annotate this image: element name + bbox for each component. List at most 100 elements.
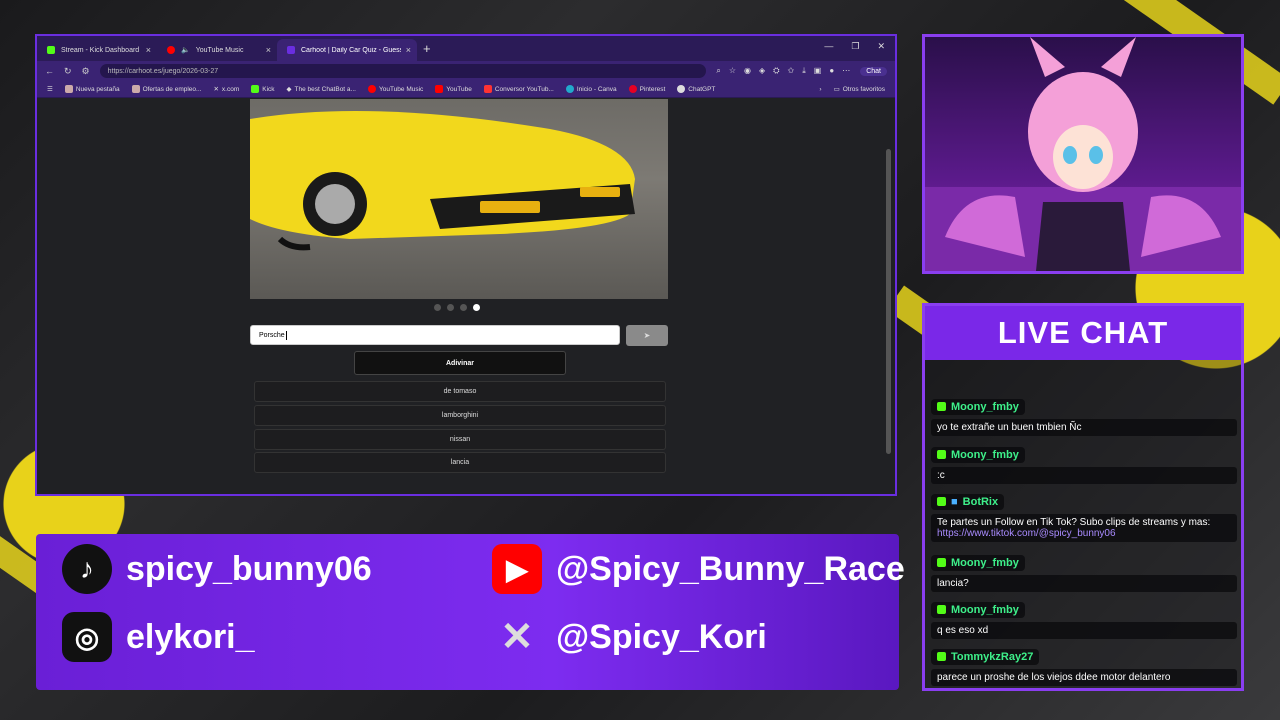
site-info-icon[interactable]: ⚙ [82,66,90,77]
close-icon[interactable]: × [146,45,151,55]
converter-icon [483,85,492,93]
tab-kick-dashboard[interactable]: Stream - Kick Dashboard × [37,39,157,61]
bookmark-item[interactable]: ChatGPT [677,85,715,93]
bookmark-label: x.com [221,85,240,93]
star-icon[interactable]: ☆ [729,66,736,76]
bookmark-label: Nueva pestaña [75,85,120,93]
minimize-icon[interactable]: — [824,41,833,52]
menu-icon[interactable]: ⋯ [842,66,850,76]
back-icon[interactable]: ← [45,66,54,76]
speaker-icon: 🔈 [181,47,190,54]
chat-text: Te partes un Follow en Tik Tok? Subo cli… [931,514,1237,542]
suggestion-item[interactable]: lamborghini [254,405,666,426]
chat-title: LIVE CHAT [925,306,1241,360]
extension-icon[interactable]: ▣ [814,66,822,76]
username-text: Moony_fmby [951,603,1019,616]
bookmark-item[interactable]: YouTube [435,85,472,93]
socials-banner: ♪ spicy_bunny06 ▶ @Spicy_Bunny_Race ◎ el… [36,534,905,690]
bot-badge-icon: ■ [951,495,958,508]
bookmark-item[interactable]: ◆ The best ChatBot a... [287,85,356,94]
chat-message: Moony_fmby lancia? [931,554,1237,592]
bookmark-manager-icon[interactable]: ☰ [47,85,53,93]
url-text: https://carhoot.es/juego/2026-03-27 [107,67,219,75]
reload-icon[interactable]: ↻ [64,66,72,77]
username-text: Moony_fmby [951,556,1019,569]
window-controls: — ❐ ✕ [824,41,885,52]
favorites-icon[interactable]: ✩ [788,66,795,76]
bookmark-item[interactable]: Nueva pestaña [64,85,120,93]
pagination-dot[interactable] [447,304,454,311]
bookmark-item[interactable]: Ofertas de empleo... [131,85,201,93]
zoom-icon[interactable]: ⌕ [716,66,720,76]
bookmark-item[interactable]: YouTube Music [367,85,424,93]
kick-badge-icon [937,652,946,661]
bookmark-label: ChatGPT [688,85,716,93]
maximize-icon[interactable]: ❐ [851,41,859,52]
bookmark-item[interactable]: Pinterest [628,85,665,93]
kick-badge-icon [937,558,946,567]
guess-input-value: Porsche [259,331,285,339]
chat-username: Moony_fmby [931,554,1025,571]
extension-icon[interactable]: ◉ [744,66,751,76]
image-pagination [434,304,480,311]
chat-text: lancia? [931,575,1237,592]
tab-carhoot[interactable]: Carhoot | Daily Car Quiz - Guess th × [277,39,417,61]
tiktok-label: spicy_bunny06 [126,549,372,588]
car-image [250,99,668,299]
new-tab-button[interactable]: + [423,41,431,56]
avatar[interactable]: ● [829,66,834,76]
bookmark-item[interactable]: Inicio - Canva [565,85,617,93]
username-text: BotRix [962,495,999,508]
extension-icon[interactable]: ⛭ [773,66,779,76]
kick-badge-icon [937,402,946,411]
tab-bar: Stream - Kick Dashboard × 🔈 YouTube Musi… [37,36,895,61]
other-bookmarks[interactable]: ▭ Otros favoritos [834,85,885,94]
close-window-icon[interactable]: ✕ [877,41,885,52]
chat-message: Moony_fmby q es eso xd [931,601,1237,639]
bookmark-item[interactable]: Kick [251,85,275,93]
url-field[interactable]: https://carhoot.es/juego/2026-03-27 [99,64,707,78]
close-icon[interactable]: × [266,45,271,55]
extensions: ⌕ ☆ ◉ ◈ ⛭ ✩ ⤓ ▣ ● ⋯ [716,66,850,76]
guess-button[interactable]: Adivinar [354,351,566,375]
canva-icon [565,85,574,93]
instagram-handle: ◎ elykori_ [62,612,255,662]
car-illustration [250,111,635,251]
scrollbar[interactable] [886,149,891,454]
youtube-label: @Spicy_Bunny_Race [556,549,905,588]
x-handle: ✕ @Spicy_Kori [492,612,767,662]
pagination-dot-active[interactable] [473,304,480,311]
suggestion-item[interactable]: lancia [254,452,666,473]
chevron-right-icon[interactable]: › [819,86,821,93]
bookmark-item[interactable]: Conversor YouTub... [483,85,554,93]
youtube-handle: ▶ @Spicy_Bunny_Race [492,544,905,594]
youtube-music-icon [367,85,376,93]
tab-youtube-music[interactable]: 🔈 YouTube Music × [157,39,277,61]
chat-message: Moony_fmby yo te extrañe un buen tmbien … [931,398,1237,436]
vtuber-cam [922,34,1244,274]
bookmark-label: YouTube Music [378,85,424,93]
guess-input[interactable]: Porsche [250,325,620,345]
x-logo-icon: ✕ [500,615,534,659]
youtube-icon: ▶ [492,544,542,594]
bookmark-label: Conversor YouTub... [494,85,554,93]
suggestion-item[interactable]: de tomaso [254,381,666,402]
chat-button[interactable]: Chat [860,66,887,76]
kick-icon [47,46,55,54]
chat-text: q es eso xd [931,622,1237,639]
extension-icon[interactable]: ◈ [759,66,765,76]
chat-message: Moony_fmby :c [931,446,1237,484]
username-text: Moony_fmby [951,448,1019,461]
chat-link[interactable]: https://www.tiktok.com/@spicy_bunny06 [937,528,1116,539]
close-icon[interactable]: × [406,45,411,55]
submit-icon-button[interactable]: ➤ [626,325,668,346]
pagination-dot[interactable] [460,304,467,311]
chat-text: yo te extrañe un buen tmbien Ñc [931,419,1237,436]
bookmark-label: YouTube [446,85,472,93]
suggestion-item[interactable]: nissan [254,429,666,450]
bookmark-item[interactable]: ✕ x.com [213,85,240,94]
download-icon[interactable]: ⤓ [802,66,806,76]
pagination-dot[interactable] [434,304,441,311]
kick-icon [251,85,260,93]
instagram-icon: ◎ [62,612,112,662]
